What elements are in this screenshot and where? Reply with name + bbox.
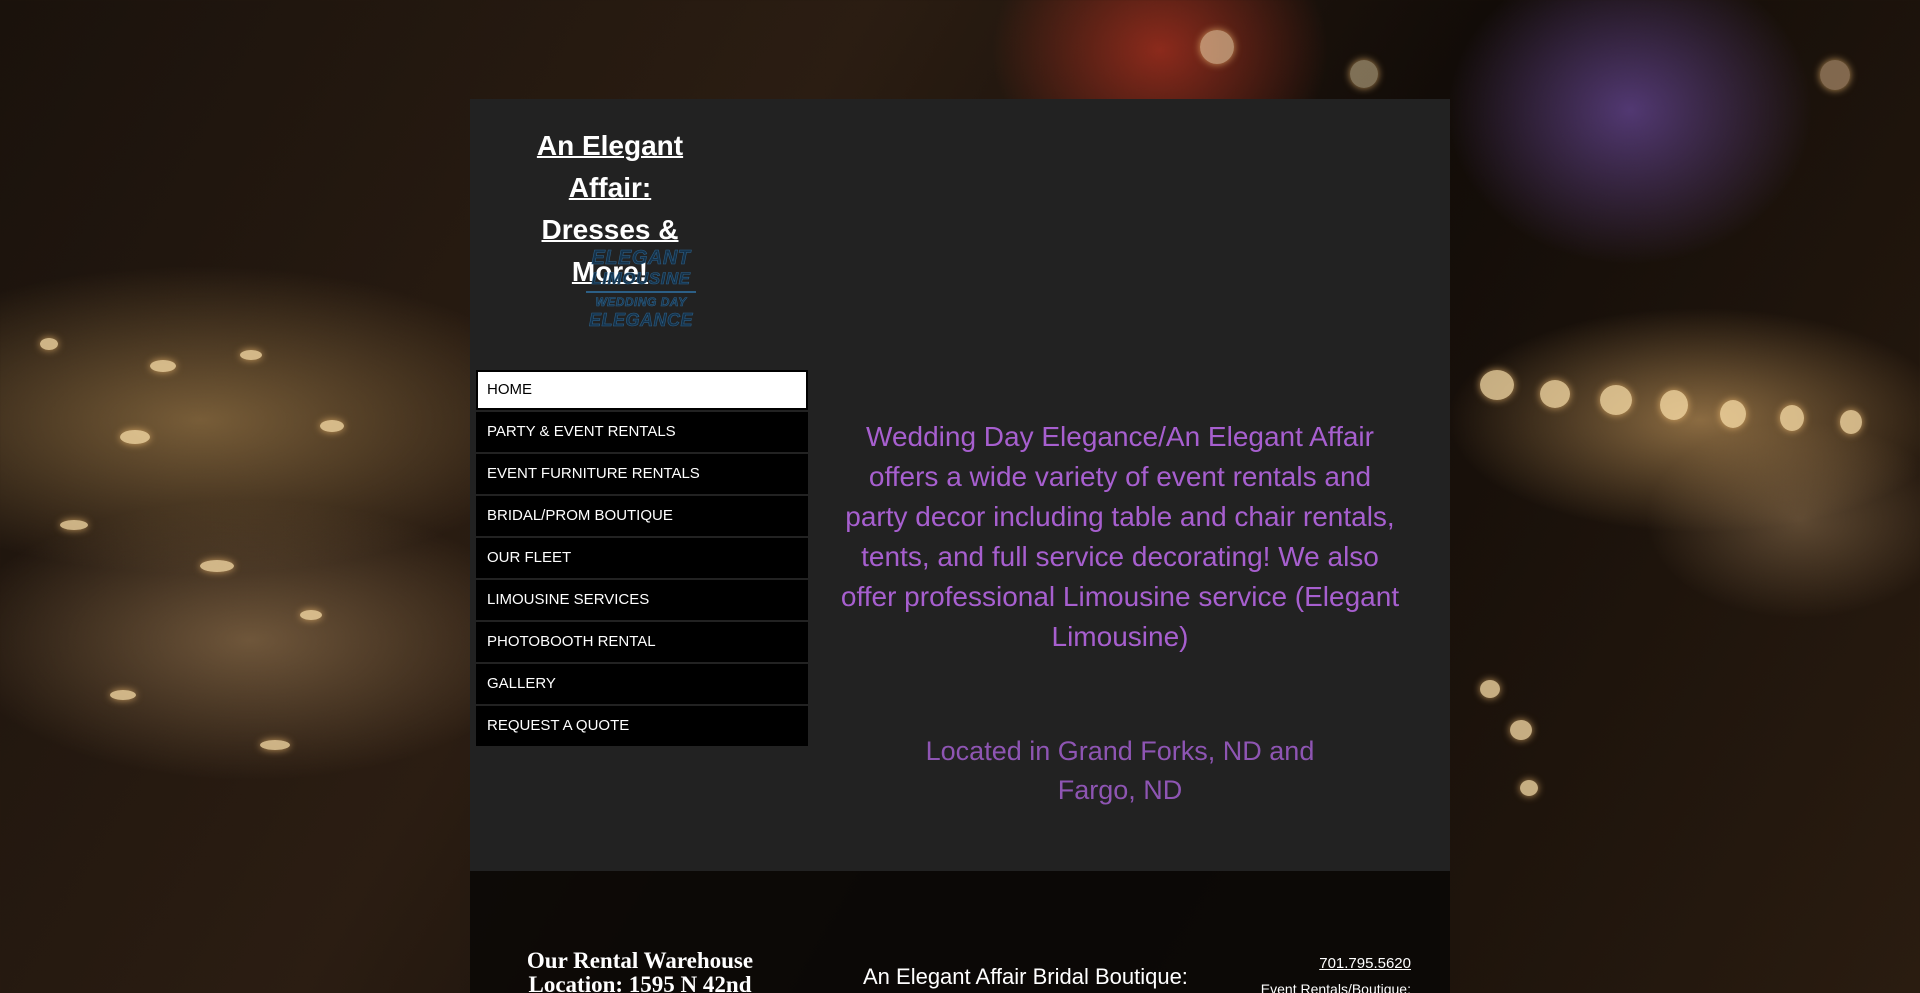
phone-link[interactable]: 701.795.5620	[1319, 955, 1411, 972]
nav-item-home[interactable]: HOME	[476, 370, 808, 410]
intro-text: Wedding Day Elegance/An Elegant Affair o…	[840, 421, 1400, 652]
nav-item-bridal-prom-boutique[interactable]: BRIDAL/PROM BOUTIQUE	[476, 496, 808, 536]
event-rentals-label: Event Rentals/Boutique:	[1260, 981, 1411, 993]
logo-line: WEDDING DAY	[595, 295, 687, 310]
nav-item-event-furniture-rentals[interactable]: EVENT FURNITURE RENTALS	[476, 454, 808, 494]
nav-item-party-event-rentals[interactable]: PARTY & EVENT RENTALS	[476, 412, 808, 452]
elegant-limousine-logo[interactable]: ELEGANT LIMOUSINE WEDDING DAY ELEGANCE	[586, 247, 696, 329]
nav-item-limousine-services[interactable]: LIMOUSINE SERVICES	[476, 580, 808, 620]
boutique-heading: An Elegant Affair Bridal Boutique:	[863, 964, 1188, 989]
footer: Our Rental Warehouse Location: 1595 N 42…	[470, 871, 1450, 993]
nav-item-request-a-quote[interactable]: REQUEST A QUOTE	[476, 706, 808, 746]
warehouse-location: Our Rental Warehouse Location: 1595 N 42…	[526, 948, 754, 993]
logo-line: LIMOUSINE	[586, 269, 696, 293]
nav-item-gallery[interactable]: GALLERY	[476, 664, 808, 704]
logo-line: ELEGANCE	[588, 310, 693, 330]
nav-item-our-fleet[interactable]: OUR FLEET	[476, 538, 808, 578]
main-navigation: HOME PARTY & EVENT RENTALS EVENT FURNITU…	[476, 370, 808, 748]
content-panel: An Elegant Affair: Dresses & More! ELEGA…	[470, 99, 1450, 871]
location-text: Located in Grand Forks, ND and Fargo, ND	[925, 736, 1315, 805]
logo-line: ELEGANT	[591, 247, 691, 270]
nav-item-photobooth-rental[interactable]: PHOTOBOOTH RENTAL	[476, 622, 808, 662]
